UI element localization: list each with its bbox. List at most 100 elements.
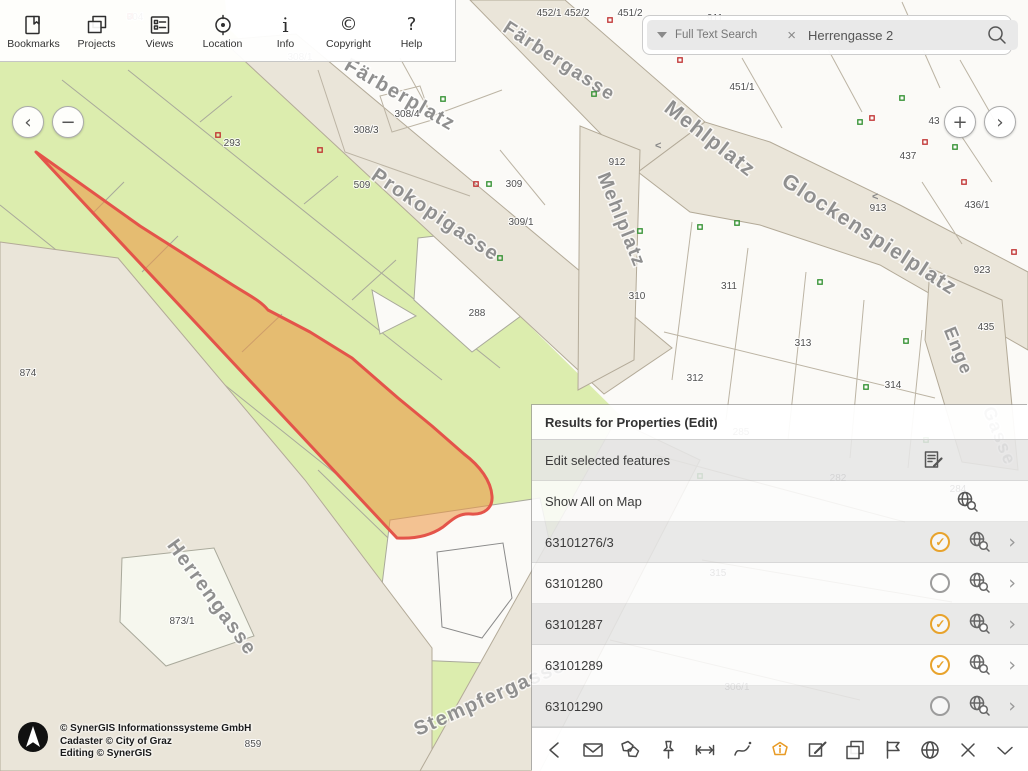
zoom-in-button[interactable]: + bbox=[944, 106, 976, 138]
copyright-icon: © bbox=[340, 11, 358, 38]
bookmarks-icon bbox=[22, 11, 46, 38]
globe-search-icon[interactable] bbox=[968, 653, 990, 678]
main-toolbar: Bookmarks Projects Views Location i Info… bbox=[0, 0, 456, 62]
toolbar-item-bookmarks[interactable]: Bookmarks bbox=[2, 1, 65, 61]
parcel-number-label: 451/2 bbox=[617, 8, 642, 19]
select-polygons-tool-icon[interactable] bbox=[615, 735, 645, 765]
action-show-all-on-map[interactable]: Show All on Map bbox=[532, 481, 1028, 522]
copyright-line: © SynerGIS Informationssysteme GmbH bbox=[60, 723, 251, 736]
search-submit-button[interactable] bbox=[986, 24, 1008, 46]
toolbar-item-copyright[interactable]: © Copyright bbox=[317, 1, 380, 61]
north-arrow-compass[interactable] bbox=[17, 721, 49, 758]
edit-form-icon[interactable] bbox=[922, 449, 1028, 471]
result-row[interactable]: 63101289 ✓ › bbox=[532, 645, 1028, 686]
help-icon: ? bbox=[407, 11, 417, 38]
mail-tool-icon[interactable] bbox=[578, 735, 608, 765]
search-filter-label[interactable]: Full Text Search bbox=[675, 29, 757, 41]
toolbar-item-projects[interactable]: Projects bbox=[65, 1, 128, 61]
parcel-number-label: 436/1 bbox=[964, 200, 989, 211]
parcel-number-label: 435 bbox=[978, 322, 995, 333]
zoom-out-button[interactable]: − bbox=[52, 106, 84, 138]
result-row[interactable]: 63101287 ✓ › bbox=[532, 604, 1028, 645]
search-input[interactable] bbox=[806, 27, 986, 44]
toolbar-item-help[interactable]: ? Help bbox=[380, 1, 443, 61]
close-tool-icon[interactable] bbox=[953, 735, 983, 765]
toolbar-label: Projects bbox=[78, 38, 116, 50]
parcel-number-label: 874 bbox=[20, 368, 37, 379]
action-label: Edit selected features bbox=[545, 453, 922, 468]
views-icon bbox=[148, 11, 172, 38]
parcel-number-label: 288 bbox=[469, 308, 486, 319]
parcel-id: 63101290 bbox=[545, 699, 930, 714]
parcel-number-label: 873/1 bbox=[169, 616, 194, 627]
measure-width-tool-icon[interactable] bbox=[690, 735, 720, 765]
parcel-id: 63101287 bbox=[545, 617, 930, 632]
copyright-line: Editing © SynerGIS bbox=[60, 748, 251, 761]
chevron-right-icon[interactable]: › bbox=[1008, 533, 1016, 552]
parcel-number-label: 912 bbox=[609, 157, 626, 168]
globe-tool-icon[interactable] bbox=[915, 735, 945, 765]
info-icon: i bbox=[282, 11, 288, 38]
projects-icon bbox=[85, 11, 109, 38]
parcel-number-label: 312 bbox=[687, 373, 704, 384]
street-direction-arrow: < bbox=[872, 191, 878, 203]
search-clear-icon[interactable]: × bbox=[787, 27, 796, 44]
search-pill: Full Text Search × bbox=[647, 20, 1018, 50]
parcel-number-label: 313 bbox=[795, 338, 812, 349]
globe-search-icon[interactable] bbox=[968, 694, 990, 719]
identify-line-tool-icon[interactable] bbox=[728, 735, 758, 765]
parcel-number-label: 314 bbox=[885, 380, 902, 391]
parcel-number-label: 451/1 bbox=[729, 82, 754, 93]
result-row[interactable]: 63101276/3 ✓ › bbox=[532, 522, 1028, 563]
globe-search-icon[interactable] bbox=[968, 530, 990, 555]
chevron-right-icon[interactable]: › bbox=[1008, 697, 1016, 716]
results-panel-title: Results for Properties (Edit) bbox=[532, 405, 1028, 440]
flag-tool-icon[interactable] bbox=[878, 735, 908, 765]
globe-search-icon[interactable] bbox=[968, 571, 990, 596]
parcel-id: 63101280 bbox=[545, 576, 930, 591]
street-direction-arrow: < bbox=[655, 140, 661, 152]
select-check-circle[interactable]: ✓ bbox=[930, 614, 950, 634]
parcel-number-label: 311 bbox=[721, 281, 737, 292]
parcel-number-label: 923 bbox=[974, 265, 991, 276]
toolbar-label: Views bbox=[146, 38, 174, 50]
globe-search-icon[interactable] bbox=[956, 490, 1028, 512]
select-check-circle[interactable]: ✓ bbox=[930, 655, 950, 675]
collapse-panel-icon[interactable] bbox=[990, 735, 1020, 765]
search-icon bbox=[986, 24, 1008, 46]
select-check-circle[interactable]: ✓ bbox=[930, 532, 950, 552]
chevron-right-icon[interactable]: › bbox=[1008, 574, 1016, 593]
results-toolbar bbox=[532, 727, 1028, 771]
result-row[interactable]: 63101280 › bbox=[532, 563, 1028, 604]
parcel-number-label: 293 bbox=[224, 138, 241, 149]
back-tool-icon[interactable] bbox=[540, 735, 570, 765]
parcel-number-label: 308/4 bbox=[394, 109, 419, 120]
app-window: FärberplatzFärbergasseMehlplatzMehlplatz… bbox=[0, 0, 1028, 771]
toolbar-item-location[interactable]: Location bbox=[191, 1, 254, 61]
select-check-circle[interactable] bbox=[930, 573, 950, 593]
chevron-right-icon[interactable]: › bbox=[1008, 615, 1016, 634]
pin-tool-icon[interactable] bbox=[653, 735, 683, 765]
copy-tool-icon[interactable] bbox=[840, 735, 870, 765]
toolbar-label: Bookmarks bbox=[7, 38, 60, 50]
parcel-number-label: 452/1 452/2 bbox=[537, 8, 590, 19]
chevron-right-icon[interactable]: › bbox=[1008, 656, 1016, 675]
action-edit-selected-features[interactable]: Edit selected features bbox=[532, 440, 1028, 481]
prev-extent-button[interactable]: ‹ bbox=[12, 106, 44, 138]
parcel-number-label: 913 bbox=[870, 203, 887, 214]
parcel-number-label: 43 bbox=[928, 116, 940, 127]
result-row[interactable]: 63101290 › bbox=[532, 686, 1028, 727]
toolbar-item-info[interactable]: i Info bbox=[254, 1, 317, 61]
parcel-number-label: 308/3 bbox=[353, 125, 378, 136]
identify-polygon-tool-icon[interactable] bbox=[765, 735, 795, 765]
parcel-id: 63101276/3 bbox=[545, 535, 930, 550]
toolbar-label: Copyright bbox=[326, 38, 371, 50]
toolbar-item-views[interactable]: Views bbox=[128, 1, 191, 61]
parcel-id: 63101289 bbox=[545, 658, 930, 673]
edit-geometry-tool-icon[interactable] bbox=[803, 735, 833, 765]
action-label: Show All on Map bbox=[545, 494, 956, 509]
chevron-down-icon[interactable] bbox=[657, 32, 667, 38]
next-extent-button[interactable]: › bbox=[984, 106, 1016, 138]
select-check-circle[interactable] bbox=[930, 696, 950, 716]
globe-search-icon[interactable] bbox=[968, 612, 990, 637]
